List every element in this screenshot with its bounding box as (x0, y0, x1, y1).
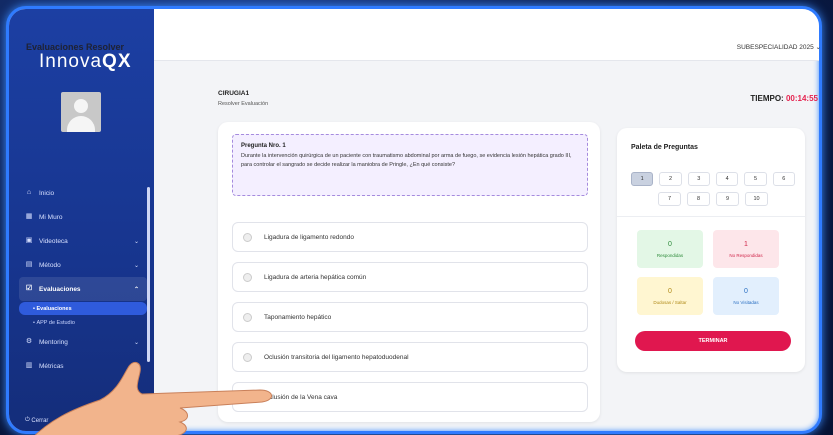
palette-grid: 1 2 3 4 5 6 7 8 9 10 (631, 172, 795, 212)
radio-icon[interactable] (243, 232, 252, 242)
sidebar-item-inicio[interactable]: ⌂ Inicio (19, 181, 147, 205)
answer-option[interactable]: Ligadura de arteria hepática común (232, 262, 588, 292)
page-title: Evaluaciones Resolver (26, 42, 125, 52)
chevron-up-icon: ⌃ (133, 286, 139, 293)
stat-answered: 0 Respondidas (637, 230, 703, 268)
palette-button[interactable]: 8 (687, 192, 710, 206)
palette-button[interactable]: 5 (744, 172, 767, 186)
stat-doubtful: 0 Dudosas / Saltar (637, 277, 703, 315)
sidebar-subitem-app-estudio[interactable]: • APP de Estudio (19, 316, 147, 329)
wall-icon: ▦ (25, 213, 33, 220)
palette-button[interactable]: 7 (658, 192, 681, 206)
video-icon: ▣ (25, 237, 33, 244)
palette-button[interactable]: 2 (659, 172, 682, 186)
subspecialty-select[interactable]: SUBESPECIALIDAD 2025 ⌄ (737, 43, 821, 51)
method-icon: ▤ (25, 261, 33, 268)
timer: TIEMPO: 00:14:55 (750, 94, 818, 103)
palette-button[interactable]: 6 (772, 172, 795, 186)
sidebar-item-metodo[interactable]: ▤ Método ⌄ (19, 253, 147, 277)
sidebar-item-evaluaciones[interactable]: ☑ Evaluaciones ⌃ (19, 277, 147, 301)
sidebar-subitem-evaluaciones[interactable]: • Evaluaciones (19, 302, 147, 315)
sidebar-scrollbar[interactable] (147, 187, 150, 362)
brand-logo: InnovaQX (39, 51, 132, 72)
exam-subtitle: Resolver Evaluación (218, 101, 269, 107)
chevron-down-icon: ⌄ (133, 238, 139, 245)
palette-button[interactable]: 10 (745, 192, 768, 206)
check-list-icon: ☑ (25, 285, 33, 292)
radio-icon[interactable] (243, 312, 252, 322)
sidebar-item-videoteca[interactable]: ▣ Videoteca ⌄ (19, 229, 147, 253)
palette-divider (617, 216, 805, 217)
mentor-icon: ⚙ (25, 338, 33, 345)
avatar[interactable] (61, 92, 101, 132)
stat-not-visited: 0 No Visitadas (713, 277, 779, 315)
pointing-hand-illustration (34, 361, 272, 435)
question-palette: Paleta de Preguntas 1 2 3 4 5 6 7 8 9 10… (617, 128, 805, 372)
answer-option[interactable]: Ligadura de ligamento redondo (232, 222, 588, 252)
chevron-down-icon: ⌄ (133, 262, 139, 269)
palette-button[interactable]: 9 (716, 192, 739, 206)
finish-button[interactable]: TERMINAR (635, 331, 791, 351)
palette-button[interactable]: 1 (631, 172, 654, 186)
sidebar-item-mi-muro[interactable]: ▦ Mi Muro (19, 205, 147, 229)
answer-option[interactable]: Taponamiento hepático (232, 302, 588, 332)
radio-icon[interactable] (243, 272, 252, 282)
sidebar-nav: ⌂ Inicio ▦ Mi Muro ▣ Videoteca ⌄ ▤ Método ⌄ ☑ E… (19, 181, 147, 378)
chevron-down-icon: ⌄ (133, 339, 139, 346)
exam-code: CIRUGIA1 (218, 90, 250, 97)
chevron-down-icon: ⌄ (815, 44, 821, 51)
home-icon: ⌂ (26, 189, 32, 196)
palette-button[interactable]: 4 (716, 172, 739, 186)
question-box: Pregunta Nro. 1 Durante la intervención … (232, 134, 588, 196)
palette-title: Paleta de Preguntas (631, 144, 698, 151)
stat-unanswered: 1 No Respondidas (713, 230, 779, 268)
palette-button[interactable]: 3 (687, 172, 710, 186)
top-bar (154, 9, 819, 61)
question-text: Durante la intervención quirúrgica de un… (241, 153, 572, 168)
question-number: Pregunta Nro. 1 (241, 143, 286, 149)
